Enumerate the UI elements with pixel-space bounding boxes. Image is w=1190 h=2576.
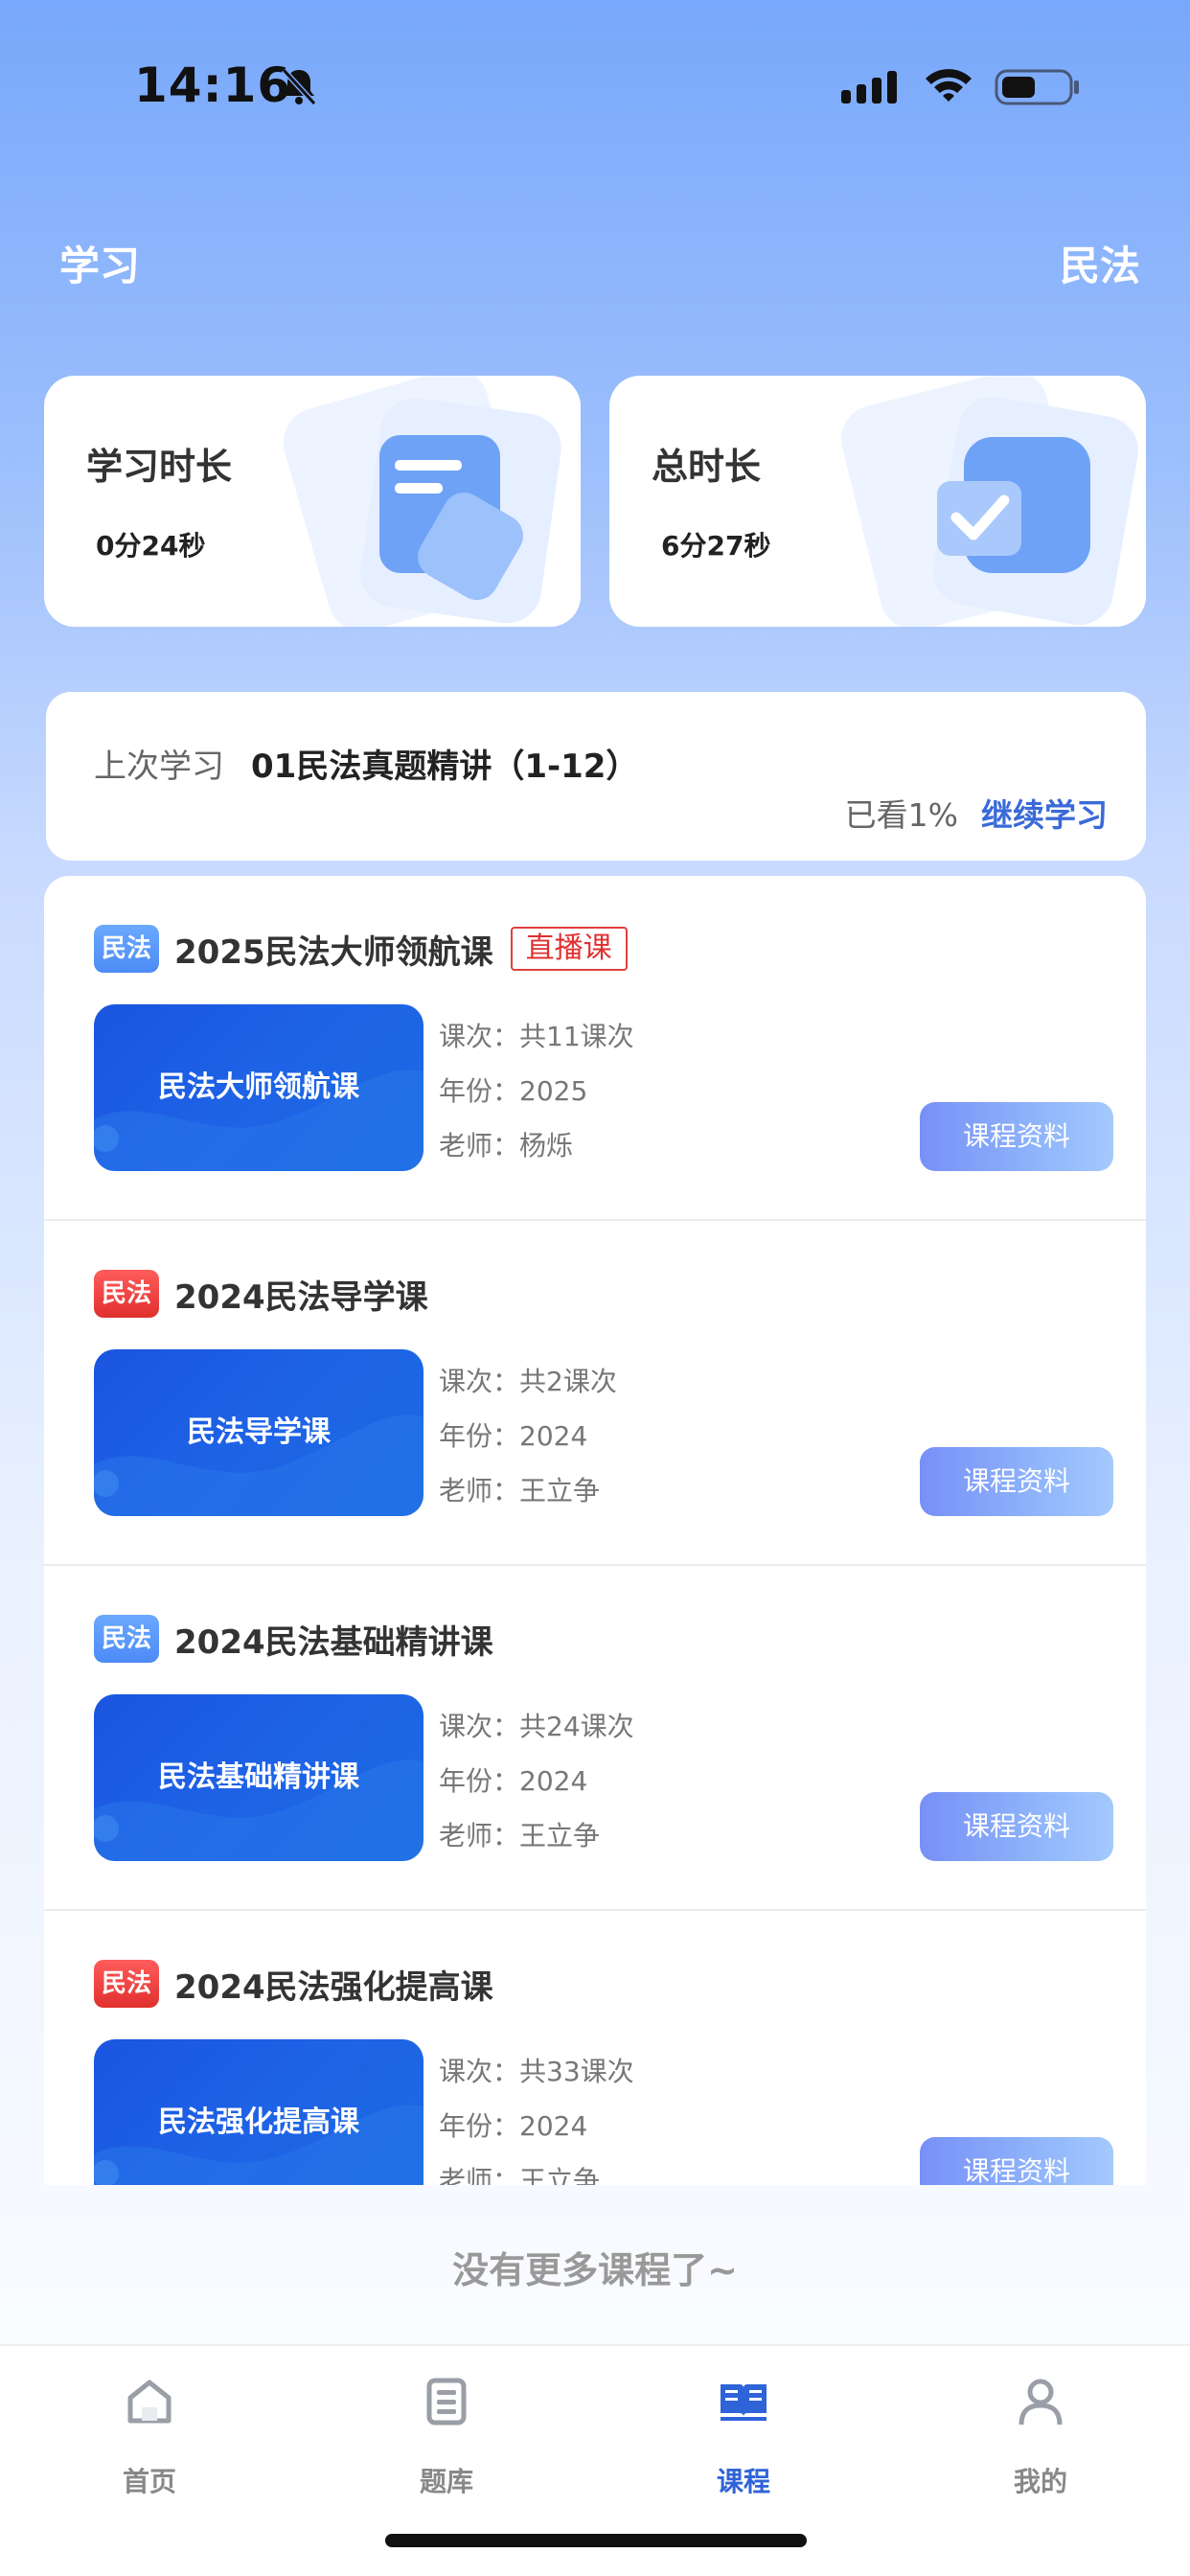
live-badge: 直播课 [510,927,628,971]
lessons-count: 课次：共2课次 [439,1366,617,1397]
stat-label: 学习时长 [86,446,233,488]
continue-study-link[interactable]: 继续学习 [981,790,1108,836]
home-indicator [385,2534,807,2547]
course-thumbnail[interactable]: 民法强化提高课 [94,2039,423,2185]
total-time-card: 总时长 6分27秒 [609,376,1146,627]
stat-value: 6分27秒 [661,530,771,562]
tab-home[interactable]: 首页 [54,2346,245,2499]
thumbnail-label: 民法基础精讲课 [158,1760,359,1794]
course-item[interactable]: 民法 2025民法大师领航课 直播课 民法大师领航课 课次：共11课次 年份：2… [44,876,1146,1221]
battery-icon [995,69,1079,105]
tab-profile[interactable]: 我的 [945,2346,1136,2499]
tab-question-bank[interactable]: 题库 [351,2346,542,2499]
course-title: 2024民法导学课 [174,1277,428,1317]
status-time: 14:16 [134,58,292,113]
subject-tag: 民法 [94,1960,159,2008]
course-title: 2024民法强化提高课 [174,1967,493,2007]
last-study-label: 上次学习 [94,748,224,786]
thumbnail-label: 民法大师领航课 [158,1070,359,1104]
subject-tag: 民法 [94,1615,159,1663]
course-year: 年份：2025 [439,1075,588,1107]
tab-courses[interactable]: 课程 [648,2346,839,2499]
home-icon [127,2380,172,2424]
course-teacher: 老师：杨烁 [439,1130,574,1162]
last-study-course: 01民法真题精讲（1-12） [251,748,639,786]
course-thumbnail[interactable]: 民法大师领航课 [94,1004,423,1171]
course-item[interactable]: 民法 2024民法强化提高课 民法强化提高课 课次：共33课次 年份：2024 … [44,1911,1146,2185]
course-teacher: 老师：王立争 [439,1820,601,1852]
course-title-row: 民法 2025民法大师领航课 直播课 [94,924,628,974]
course-materials-button[interactable]: 课程资料 [920,1792,1113,1861]
subject-tag: 民法 [94,925,159,973]
course-year: 年份：2024 [439,2110,588,2142]
wifi-icon [926,69,972,102]
course-title-row: 民法 2024民法强化提高课 [94,1959,493,2009]
course-thumbnail[interactable]: 民法基础精讲课 [94,1694,423,1861]
study-time-card: 学习时长 0分24秒 [44,376,581,627]
course-title-row: 民法 2024民法基础精讲课 [94,1614,493,1664]
course-year: 年份：2024 [439,1420,588,1452]
course-title-row: 民法 2024民法导学课 [94,1269,428,1319]
subject-selector[interactable]: 民法 [1060,234,1140,292]
question-bank-icon [426,2378,467,2426]
tab-label: 我的 [1013,2466,1067,2497]
course-materials-button[interactable]: 课程资料 [920,1447,1113,1516]
tab-label: 题库 [419,2466,473,2497]
lessons-count: 课次：共11课次 [439,1021,634,1052]
lessons-count: 课次：共24课次 [439,1711,634,1742]
course-teacher: 老师：王立争 [439,1475,601,1506]
course-materials-button[interactable]: 课程资料 [920,1102,1113,1171]
stat-label: 总时长 [652,446,762,488]
tab-label: 首页 [122,2466,176,2497]
course-item[interactable]: 民法 2024民法导学课 民法导学课 课次：共2课次 年份：2024 老师：王立… [44,1221,1146,1566]
check-illustration-icon [840,376,1138,627]
profile-icon [1018,2379,1063,2426]
bell-muted-icon [281,67,317,106]
no-more-courses-note: 没有更多课程了~ [452,2249,738,2291]
thumbnail-label: 民法导学课 [187,1415,331,1449]
last-study-card[interactable]: 上次学习 01民法真题精讲（1-12） 已看1% 继续学习 [46,692,1146,861]
book-icon [721,2384,767,2421]
lessons-count: 课次：共33课次 [439,2056,634,2087]
course-title: 2025民法大师领航课 [174,932,493,972]
page-title: 学习 [59,242,141,289]
subject-tag: 民法 [94,1270,159,1318]
course-list: 民法 2025民法大师领航课 直播课 民法大师领航课 课次：共11课次 年份：2… [44,876,1146,2185]
course-title: 2024民法基础精讲课 [174,1622,493,1662]
course-thumbnail[interactable]: 民法导学课 [94,1349,423,1516]
cellular-signal-icon [841,71,897,104]
notes-illustration-icon [283,376,561,627]
course-year: 年份：2024 [439,1765,588,1797]
stat-value: 0分24秒 [96,530,206,562]
status-bar: 14:16 [0,0,1190,172]
course-materials-button[interactable]: 课程资料 [920,2137,1113,2185]
course-item[interactable]: 民法 2024民法基础精讲课 民法基础精讲课 课次：共24课次 年份：2024 … [44,1566,1146,1911]
tab-label: 课程 [716,2466,770,2497]
thumbnail-label: 民法强化提高课 [158,2105,359,2139]
progress-text: 已看1% [844,796,958,834]
course-teacher: 老师：王立争 [439,2165,601,2185]
